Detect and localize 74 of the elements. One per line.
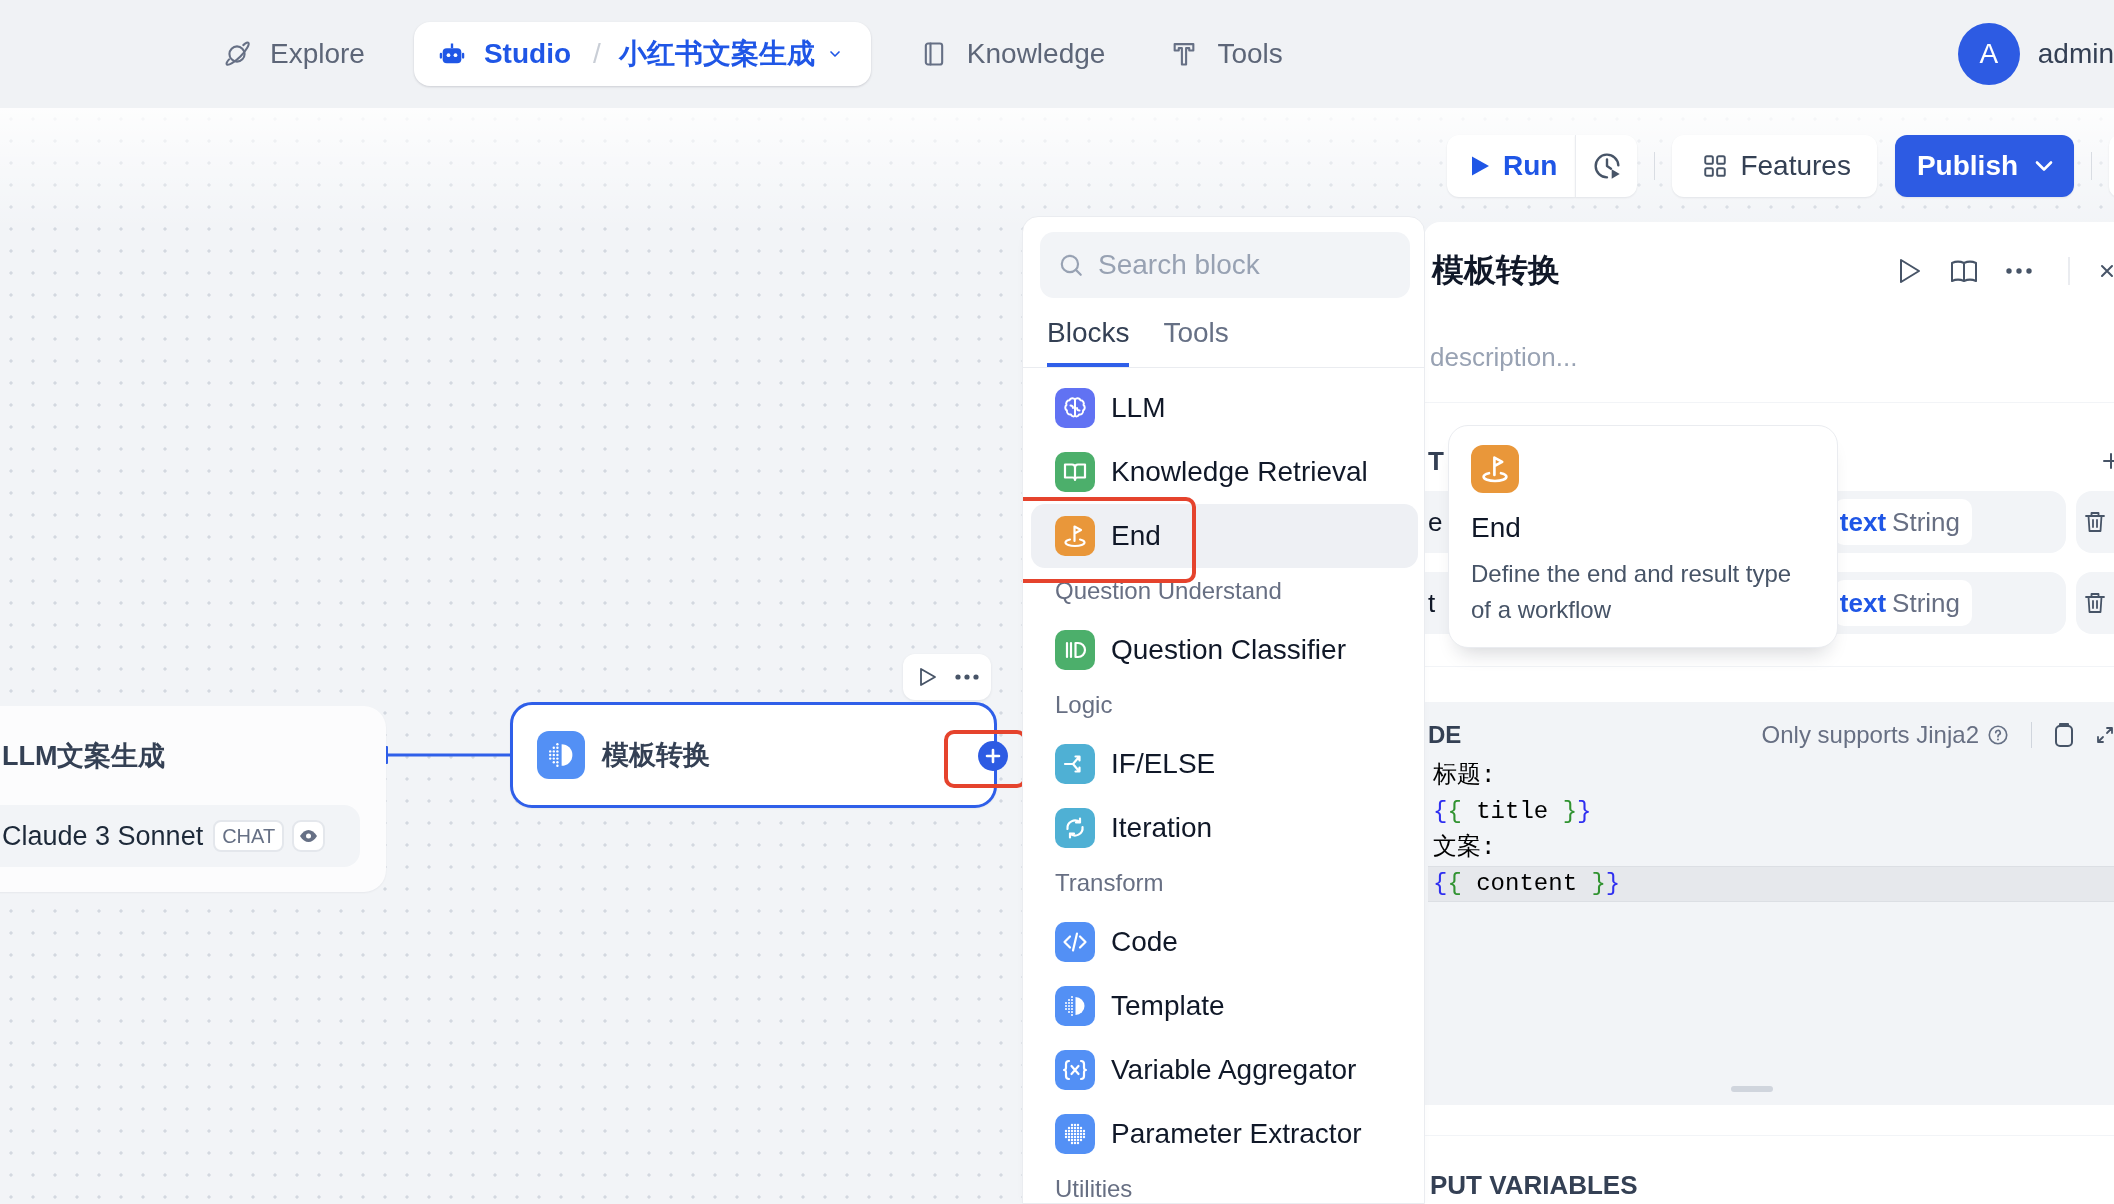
run-button[interactable]: Run	[1447, 135, 1576, 197]
mode-badge: CHAT	[213, 820, 285, 852]
variable-name[interactable]: t	[1428, 587, 1436, 619]
description-field[interactable]: description...	[1430, 340, 2114, 374]
user-name: admin	[2037, 38, 2114, 70]
trash-icon	[2084, 510, 2106, 534]
editor-hint: Only supports Jinja2	[1761, 721, 1979, 749]
plus-icon[interactable]	[2102, 452, 2114, 470]
clipboard-icon[interactable]	[2054, 722, 2074, 748]
variable-reference: text	[1839, 587, 1887, 619]
grid-icon	[1702, 153, 1729, 179]
block-item[interactable]: LLM	[1031, 376, 1418, 440]
section-title: DE	[1428, 721, 1462, 749]
block-item[interactable]: Variable Aggregator	[1031, 1038, 1418, 1102]
code-line: {{ title }}	[1432, 797, 1593, 827]
section-title: PUT VARIABLES	[1430, 1170, 1638, 1200]
add-node-button[interactable]	[978, 741, 1008, 771]
tooltip-description: Define the end and result type of a workflow	[1471, 559, 1793, 625]
trash-icon	[2084, 591, 2106, 615]
section-title: T	[1428, 445, 1444, 478]
eye-icon	[292, 820, 326, 852]
model-selector[interactable]: Claude 3 Sonnet CHAT	[0, 805, 360, 867]
tooltip-title: End	[1471, 511, 1522, 545]
breadcrumb-separator: /	[593, 38, 601, 70]
model-name: Claude 3 Sonnet	[2, 820, 204, 852]
section-label: Logic	[1055, 691, 1113, 718]
more-icon[interactable]	[2006, 268, 2032, 274]
section-label: Utilities	[1055, 1175, 1133, 1202]
delete-button[interactable]	[2076, 491, 2114, 553]
workflow-node[interactable]: 模板转换	[510, 702, 997, 808]
variable-reference: text	[1839, 506, 1887, 538]
history-button[interactable]	[1575, 135, 1638, 197]
block-item[interactable]: IF/ELSE	[1031, 732, 1418, 796]
code-line: 标题:	[1432, 761, 1497, 791]
nav-link[interactable]: Tools	[1154, 22, 1299, 86]
code-editor[interactable]: DE Only supports Jinja2 标题: {{ title }} 文案: {{ content }}	[1424, 702, 2114, 1105]
help-icon[interactable]	[1987, 724, 2009, 746]
close-icon[interactable]	[2100, 264, 2114, 278]
menu-tab[interactable]: Tools	[1163, 298, 1229, 367]
block-item[interactable]: End	[1031, 504, 1418, 568]
plus-icon	[985, 748, 1001, 764]
block-item[interactable]: Template	[1031, 974, 1418, 1038]
search-icon	[1058, 252, 1084, 278]
app-switcher[interactable]: 小红书文案生成	[618, 35, 843, 73]
section-label: Question Understand	[1055, 577, 1282, 604]
panel-title: 模板转换	[1432, 251, 1560, 290]
nav-link[interactable]: Studio	[421, 22, 576, 86]
more-icon[interactable]	[955, 674, 979, 680]
block-item[interactable]: Parameter Extractor	[1031, 1102, 1418, 1166]
play-icon	[1470, 155, 1490, 177]
nav-link[interactable]: Knowledge	[903, 22, 1122, 86]
menu-tab[interactable]: Blocks	[1047, 298, 1130, 367]
variable-type: String	[1892, 506, 1960, 538]
play-icon[interactable]	[919, 667, 937, 687]
planet-icon	[223, 40, 251, 68]
block-item[interactable]: Code	[1031, 910, 1418, 974]
delete-button[interactable]	[2076, 572, 2114, 634]
node-title: 模板转换	[602, 739, 710, 772]
nav-link[interactable]: Explore	[207, 22, 381, 86]
expand-icon[interactable]	[2096, 726, 2114, 744]
user-avatar[interactable]: A	[1957, 23, 2020, 85]
variable-type: String	[1892, 587, 1960, 619]
block-item[interactable]: Knowledge Retrieval	[1031, 440, 1418, 504]
variable-name[interactable]: e	[1428, 506, 1443, 538]
features-button[interactable]: Features	[1672, 135, 1877, 197]
play-icon[interactable]	[1898, 257, 1922, 285]
block-item[interactable]: Iteration	[1031, 796, 1418, 860]
code-line: 文案:	[1432, 832, 1497, 863]
resize-handle[interactable]	[1731, 1086, 1773, 1092]
section-label: Transform	[1055, 869, 1164, 896]
publish-button[interactable]: Publish	[1894, 135, 2075, 197]
workflow-node[interactable]: LLM文案生成 Claude 3 Sonnet CHAT	[0, 706, 386, 892]
block-item[interactable]: Question Classifier	[1031, 618, 1418, 682]
node-title: LLM文案生成	[2, 740, 166, 773]
